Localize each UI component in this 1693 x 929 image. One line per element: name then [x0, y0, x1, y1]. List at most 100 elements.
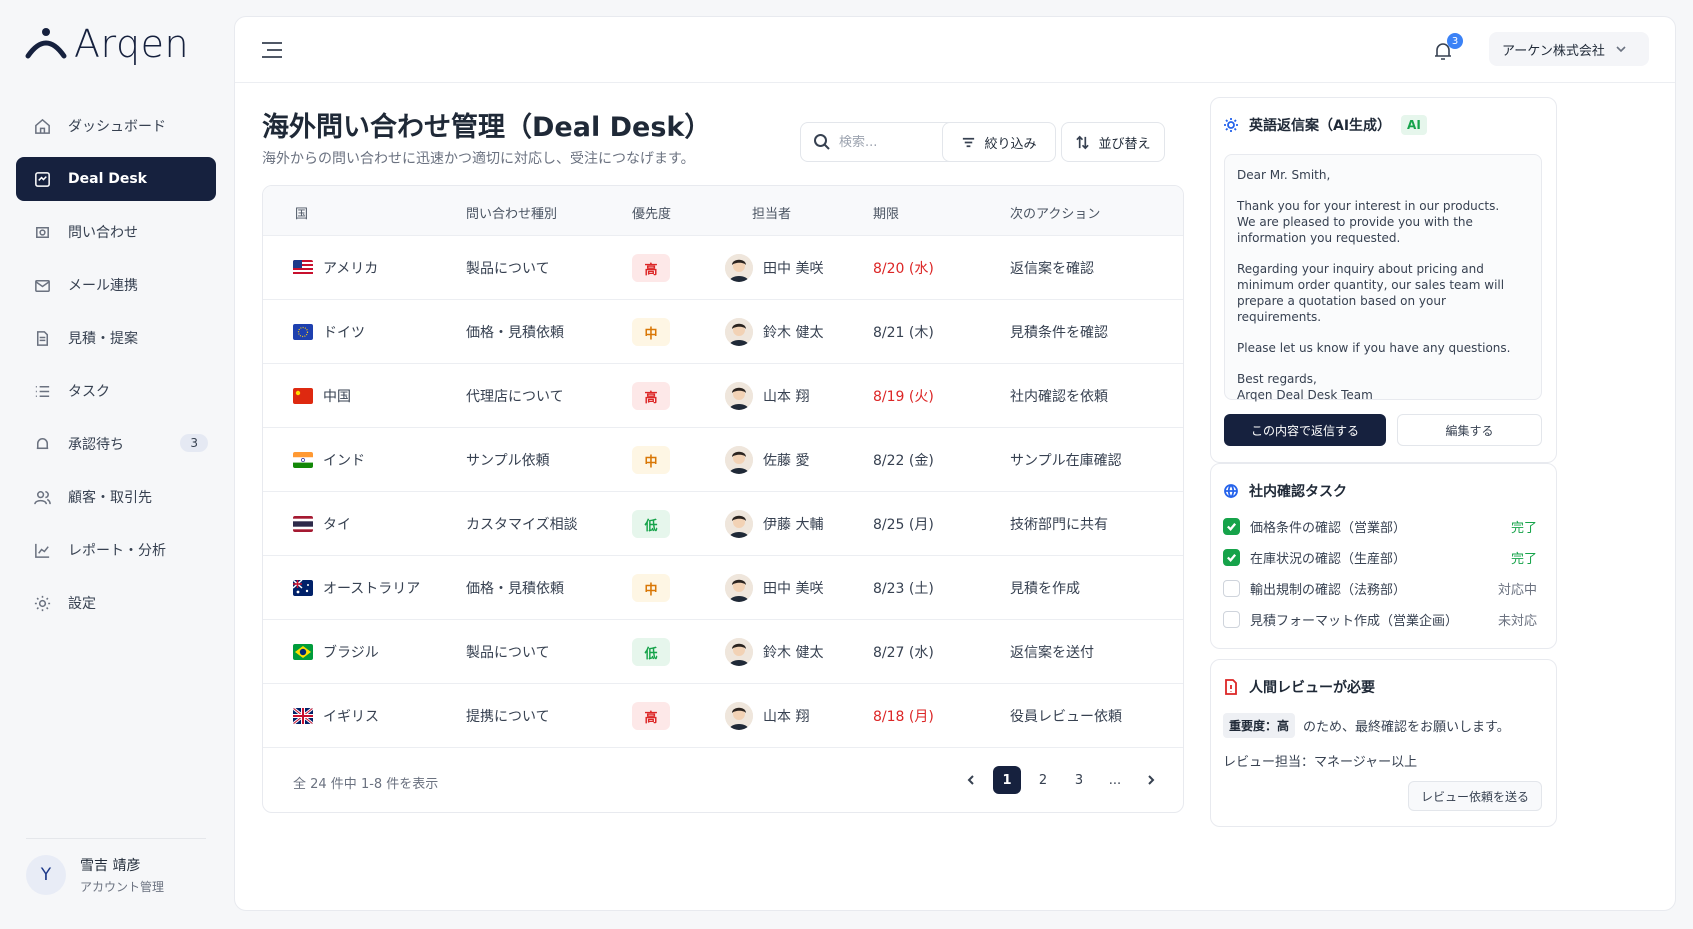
main-panel: 3 アーケン株式会社 海外問い合わせ管理（Deal Desk） 海外からの問い合… [234, 16, 1676, 911]
priority-badge: 中 [632, 446, 670, 474]
sidebar-item-inquiries[interactable]: 問い合わせ [16, 210, 216, 254]
action-cell[interactable]: 見積を作成 [1010, 556, 1080, 620]
table-row[interactable]: イギリス 提携について 高 山本 翔 8/18 (月) 役員レビュー依頼 [263, 684, 1183, 748]
sidebar-item-label: 顧客・取引先 [68, 490, 152, 506]
owner-cell: 山本 翔 [725, 364, 809, 428]
action-cell[interactable]: サンプル在庫確認 [1010, 428, 1122, 492]
sidebar-item-label: Deal Desk [68, 171, 147, 187]
reply-card-title: 英語返信案（AI生成） [1249, 118, 1392, 134]
send-reply-button[interactable]: この内容で返信する [1224, 414, 1386, 446]
owner-name: 佐藤 愛 [763, 453, 810, 469]
country-name: インド [323, 453, 365, 469]
table-row[interactable]: インド サンプル依頼 中 佐藤 愛 8/22 (金) サンプル在庫確認 [263, 428, 1183, 492]
email-paragraph: Regarding your inquiry about pricing and… [1237, 262, 1505, 324]
country-cell: インド [293, 428, 365, 492]
avatar [725, 702, 753, 730]
column-header-owner[interactable]: 担当者 [752, 203, 791, 222]
priority-cell: 中 [632, 556, 670, 620]
task-checkbox[interactable] [1223, 549, 1240, 566]
column-header-due[interactable]: 期限 [873, 203, 899, 222]
sidebar-item-mail[interactable]: メール連携 [16, 263, 216, 307]
sort-button[interactable]: 並び替え [1061, 122, 1165, 162]
task-item[interactable]: 見積フォーマット作成（営業企画） 未対応 [1223, 610, 1543, 629]
edit-button[interactable]: 編集する [1397, 414, 1542, 446]
sidebar-item-tasks[interactable]: タスク [16, 369, 216, 413]
action-cell[interactable]: 技術部門に共有 [1010, 492, 1108, 556]
action-cell[interactable]: 見積条件を確認 [1010, 300, 1108, 364]
topbar: 3 アーケン株式会社 [235, 17, 1675, 83]
sidebar-item-customers[interactable]: 顧客・取引先 [16, 475, 216, 519]
importance-line: 重要度：高 のため、最終確認をお願いします。 [1223, 713, 1510, 738]
action-cell[interactable]: 返信案を確認 [1010, 236, 1094, 300]
sidebar-item-deal-desk[interactable]: Deal Desk [16, 157, 216, 201]
owner-cell: 山本 翔 [725, 684, 809, 748]
next-page-button[interactable] [1137, 766, 1165, 794]
task-checkbox[interactable] [1223, 580, 1240, 597]
action-cell[interactable]: 社内確認を依頼 [1010, 364, 1108, 428]
request-review-button[interactable]: レビュー依頼を送る [1408, 781, 1542, 811]
table-row[interactable]: 中国 代理店について 高 山本 翔 8/19 (火) 社内確認を依頼 [263, 364, 1183, 428]
filter-button[interactable]: 絞り込み [942, 122, 1056, 162]
company-selector[interactable]: アーケン株式会社 [1489, 32, 1649, 66]
country-cell: タイ [293, 492, 351, 556]
column-header-priority[interactable]: 優先度 [632, 203, 671, 222]
page-button[interactable]: 1 [993, 766, 1021, 794]
email-paragraph: Please let us know if you have any quest… [1237, 341, 1511, 355]
column-header-type[interactable]: 問い合わせ種別 [466, 203, 557, 222]
human-review-card: 人間レビューが必要 重要度：高 のため、最終確認をお願いします。 レビュー担当：… [1210, 659, 1557, 827]
task-item[interactable]: 在庫状況の確認（生産部） 完了 [1223, 548, 1543, 567]
table-row[interactable]: タイ カスタマイズ相談 低 伊藤 大輔 8/25 (月) 技術部門に共有 [263, 492, 1183, 556]
page-ellipsis: ... [1108, 772, 1122, 788]
user-profile[interactable]: Y 雪吉 靖彦 アカウント管理 [26, 855, 164, 895]
due-cell: 8/20 (水) [873, 261, 934, 277]
action-cell[interactable]: 役員レビュー依頼 [1010, 684, 1122, 748]
in-flag-icon [293, 452, 313, 468]
task-status: 未対応 [1497, 614, 1537, 629]
due-cell: 8/27 (水) [873, 645, 934, 661]
table-row[interactable]: アメリカ 製品について 高 田中 美咲 8/20 (水) 返信案を確認 [263, 236, 1183, 300]
task-label: 見積フォーマット作成（営業企画） [1250, 614, 1459, 629]
sidebar-item-dashboard[interactable]: ダッシュボード [16, 104, 216, 148]
column-header-action[interactable]: 次のアクション [1010, 203, 1100, 222]
country-cell: ドイツ [293, 300, 365, 364]
page-button[interactable]: 3 [1065, 766, 1093, 794]
au-flag-icon [293, 580, 313, 596]
task-checkbox[interactable] [1223, 611, 1240, 628]
pagination: 1 2 3 ... [957, 766, 1165, 794]
type-cell: 製品について [466, 261, 550, 277]
table-row[interactable]: オーストラリア 価格・見積依頼 中 田中 美咲 8/23 (土) 見積を作成 [263, 556, 1183, 620]
email-draft[interactable]: Dear Mr. Smith, Thank you for your inter… [1224, 154, 1542, 402]
task-checkbox[interactable] [1223, 518, 1240, 535]
app-logo[interactable]: Arqen [24, 22, 189, 66]
priority-cell: 低 [632, 620, 670, 684]
country-name: 中国 [323, 389, 351, 405]
owner-cell: 田中 美咲 [725, 556, 823, 620]
table-row[interactable]: ブラジル 製品について 低 鈴木 健太 8/27 (水) 返信案を送付 [263, 620, 1183, 684]
email-paragraph: Thank you for your interest in our produ… [1237, 199, 1500, 245]
menu-icon[interactable] [261, 41, 283, 59]
task-status: 完了 [1510, 521, 1537, 536]
sidebar-item-settings[interactable]: 設定 [16, 581, 216, 625]
inquiry-table: 国 問い合わせ種別 優先度 担当者 期限 次のアクション アメリカ 製品について… [262, 185, 1184, 813]
prev-page-button[interactable] [957, 766, 985, 794]
task-item[interactable]: 輸出規制の確認（法務部） 対応中 [1223, 579, 1543, 598]
sidebar-item-label: レポート・分析 [68, 543, 166, 559]
task-item[interactable]: 価格条件の確認（営業部） 完了 [1223, 517, 1543, 536]
owner-name: 田中 美咲 [763, 261, 824, 277]
page-button[interactable]: 2 [1029, 766, 1057, 794]
action-cell[interactable]: 返信案を送付 [1010, 620, 1094, 684]
column-header-country[interactable]: 国 [295, 203, 308, 222]
gear-icon [32, 593, 52, 613]
table-row[interactable]: ドイツ 価格・見積依頼 中 鈴木 健太 8/21 (木) 見積条件を確認 [263, 300, 1183, 364]
table-body: アメリカ 製品について 高 田中 美咲 8/20 (水) 返信案を確認 ドイツ … [263, 236, 1183, 748]
sidebar: Arqen ダッシュボード Deal Desk 問い合わせ メール連携 見積・提… [0, 0, 232, 929]
sidebar-item-quotes[interactable]: 見積・提案 [16, 316, 216, 360]
country-cell: アメリカ [293, 236, 378, 300]
card-title: 社内確認タスク [1223, 481, 1347, 501]
th-flag-icon [293, 516, 313, 532]
owner-cell: 鈴木 健太 [725, 620, 823, 684]
sidebar-item-reports[interactable]: レポート・分析 [16, 528, 216, 572]
priority-badge: 中 [632, 318, 670, 346]
sidebar-item-approvals[interactable]: 承認待ち 3 [16, 422, 216, 466]
avatar [725, 638, 753, 666]
